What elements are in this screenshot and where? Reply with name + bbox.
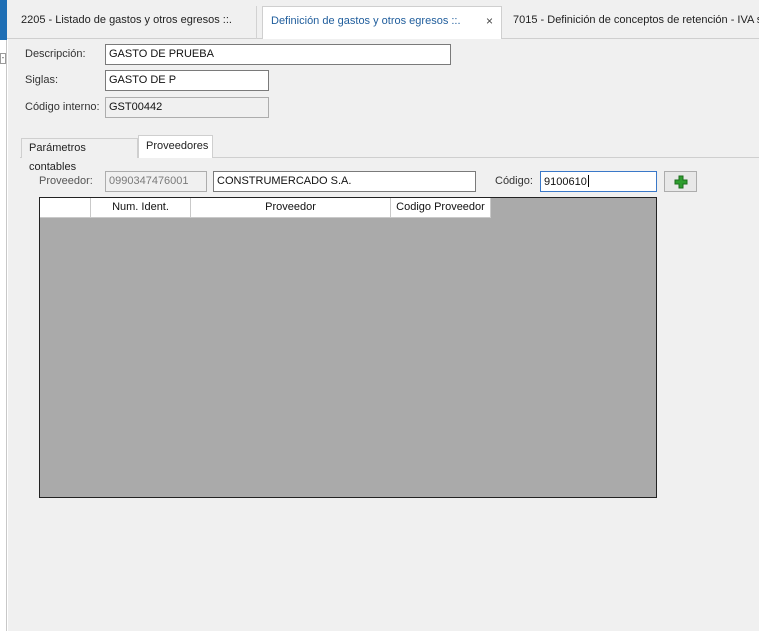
doc-tab-label: Definición de gastos y otros egresos ::.: [271, 15, 461, 27]
proveedor-id-field: 0990347476001: [105, 171, 207, 192]
column-num-ident[interactable]: Num. Ident.: [91, 198, 191, 218]
siglas-field[interactable]: GASTO DE P: [105, 70, 269, 91]
proveedores-grid[interactable]: Num. Ident. Proveedor Codigo Proveedor: [39, 197, 657, 498]
doc-tab-label: 7015 - Definición de conceptos de retenc…: [513, 14, 759, 26]
codigo-interno-field: GST00442: [105, 97, 269, 118]
proveedor-label: Proveedor:: [39, 175, 93, 187]
collapse-icon[interactable]: -: [0, 53, 6, 64]
proveedor-name-field[interactable]: CONSTRUMERCADO S.A.: [213, 171, 476, 192]
tab-parametros-contables[interactable]: Parámetros contables: [21, 138, 138, 173]
codigo-interno-label: Código interno:: [25, 101, 100, 113]
column-proveedor[interactable]: Proveedor: [191, 198, 391, 218]
siglas-label: Siglas:: [25, 74, 59, 86]
tab-proveedores[interactable]: Proveedores: [138, 135, 213, 158]
plus-icon: [674, 175, 687, 188]
doc-tab-listado-gastos[interactable]: 2205 - Listado de gastos y otros egresos…: [13, 6, 257, 39]
codigo-label: Código:: [495, 175, 533, 187]
text-caret: [587, 175, 589, 187]
tab-label: Proveedores: [146, 140, 209, 152]
add-proveedor-button[interactable]: [664, 171, 697, 192]
doc-tab-label: 2205 - Listado de gastos y otros egresos…: [21, 14, 232, 26]
codigo-value: 9100610: [544, 176, 587, 188]
grid-header: Num. Ident. Proveedor Codigo Proveedor: [40, 198, 491, 218]
descripcion-label: Descripción:: [25, 48, 86, 60]
grid-row-header[interactable]: [40, 198, 91, 218]
doc-tab-conceptos-retencion[interactable]: 7015 - Definición de conceptos de retenc…: [505, 6, 759, 39]
descripcion-field[interactable]: GASTO DE PRUEBA: [105, 44, 451, 65]
doc-tab-definicion-gastos[interactable]: Definición de gastos y otros egresos ::.…: [262, 6, 502, 40]
column-codigo-proveedor[interactable]: Codigo Proveedor: [391, 198, 491, 218]
document-tab-bar: 2205 - Listado de gastos y otros egresos…: [7, 0, 759, 40]
codigo-field[interactable]: 9100610: [540, 171, 657, 192]
left-panel-strip: -: [0, 0, 7, 631]
left-accent-bar: [0, 0, 7, 40]
close-icon[interactable]: ×: [486, 7, 493, 35]
